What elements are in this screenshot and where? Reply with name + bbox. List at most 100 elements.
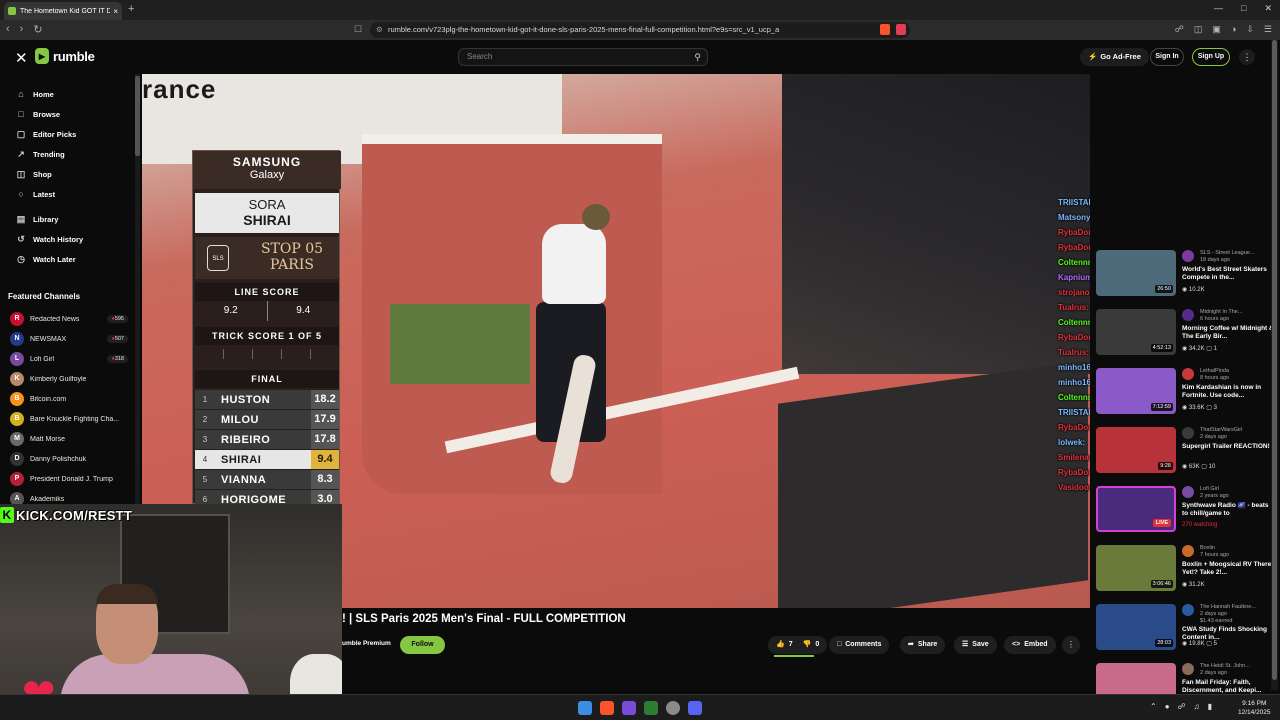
wallet-icon[interactable]: ▣ xyxy=(1212,24,1221,35)
brave-taskbar-icon[interactable] xyxy=(600,701,614,715)
channel-name[interactable]: SLS - Street League... xyxy=(1200,250,1276,256)
channel-avatar[interactable] xyxy=(1182,604,1194,616)
related-video-card[interactable]: 28:03 The Hannah Faulkne... 2 days ago CWA … xyxy=(1096,604,1276,658)
close-tab-icon[interactable]: × xyxy=(113,7,118,16)
channel-name[interactable]: The Hannah Faulkne... xyxy=(1200,604,1276,610)
follow-button[interactable]: Follow xyxy=(400,636,445,654)
channel-avatar[interactable] xyxy=(1182,663,1194,675)
related-video-title[interactable]: Boxlin + Moogsical RV There Yet!? Take 2… xyxy=(1182,561,1276,577)
video-thumbnail[interactable]: 4:52:13 xyxy=(1096,309,1176,355)
channel-avatar[interactable] xyxy=(1182,545,1194,557)
channel-name[interactable]: ThatStarWarsGirl xyxy=(1200,427,1276,433)
tray-chevron-icon[interactable]: ⌃ xyxy=(1150,702,1157,711)
channel-name[interactable]: Boxlin xyxy=(1200,545,1276,551)
back-icon[interactable]: ‹ xyxy=(6,23,10,36)
sign-in-button[interactable]: Sign In xyxy=(1150,48,1184,66)
sidebar-item-trending[interactable]: ↗ Trending xyxy=(16,149,64,160)
related-video-title[interactable]: Fan Mail Friday: Faith, Discernment, and… xyxy=(1182,679,1276,695)
bookmark-icon[interactable]: ☐ xyxy=(354,24,362,35)
sidebar-item-watch-history[interactable]: ↺ Watch History xyxy=(16,234,83,245)
sidebar-item-home[interactable]: ⌂ Home xyxy=(16,89,54,99)
rewards-icon[interactable] xyxy=(896,24,906,35)
video-thumbnail[interactable]: 9:28 xyxy=(1096,427,1176,473)
tray-battery-icon[interactable]: ▮ xyxy=(1208,702,1212,711)
maximize-icon[interactable]: □ xyxy=(1241,3,1246,14)
channel-name[interactable]: The Heidi St. John... xyxy=(1200,663,1276,669)
tray-network-icon[interactable]: ☍ xyxy=(1178,702,1186,711)
save-button[interactable]: ☰ Save xyxy=(954,636,997,654)
related-video-card[interactable]: 9:28 ThatStarWarsGirl 2 days ago Supergirl … xyxy=(1096,427,1276,481)
sidebar-item-editor-picks[interactable]: ▢ Editor Picks xyxy=(16,129,77,140)
more-options-icon[interactable]: ⋮ xyxy=(1239,49,1255,65)
sidebar-scroll-thumb[interactable] xyxy=(135,76,140,156)
more-actions-icon[interactable]: ⋮ xyxy=(1062,636,1080,654)
search-input[interactable]: Search ⚲ xyxy=(458,48,708,66)
thumbs-down-icon[interactable]: 👎 xyxy=(803,636,812,654)
minimize-icon[interactable]: — xyxy=(1214,3,1223,14)
browser-tab[interactable]: The Hometown Kid GOT IT D × xyxy=(4,2,122,20)
page-scrollbar[interactable] xyxy=(1271,40,1278,690)
close-menu-icon[interactable]: ✕ xyxy=(15,49,28,67)
extensions-icon[interactable]: ☍ xyxy=(1175,24,1184,35)
tray-volume-icon[interactable]: ♫ xyxy=(1194,702,1200,711)
obs-taskbar-icon[interactable] xyxy=(666,701,680,715)
featured-channel-item[interactable]: P President Donald J. Trump xyxy=(10,472,128,486)
video-thumbnail[interactable]: 28:03 xyxy=(1096,604,1176,650)
channel-avatar[interactable] xyxy=(1182,250,1194,262)
embed-button[interactable]: <> Embed xyxy=(1004,636,1056,654)
related-video-card[interactable]: 3:06:46 Boxlin 7 hours ago Boxlin + Moogsic… xyxy=(1096,545,1276,599)
rumble-logo[interactable]: ▶ rumble xyxy=(35,48,95,64)
channel-name[interactable]: LethalPinda xyxy=(1200,368,1276,374)
sidebar-scrollbar[interactable] xyxy=(135,74,140,504)
sidebar-item-watch-later[interactable]: ◷ Watch Later xyxy=(16,254,76,265)
page-scroll-thumb[interactable] xyxy=(1272,40,1277,680)
channel-avatar[interactable] xyxy=(1182,486,1194,498)
related-video-title[interactable]: World's Best Street Skaters Compete in t… xyxy=(1182,266,1276,282)
video-thumbnail[interactable]: 26:50 xyxy=(1096,250,1176,296)
sidebar-item-library[interactable]: ▤ Library xyxy=(16,214,59,225)
url-field[interactable]: ⚙ rumble.com/v723plg-the-hometown-kid-go… xyxy=(370,22,910,38)
related-video-card[interactable]: LIVE Lofi Girl 2 years ago Synthwave Radio … xyxy=(1096,486,1276,540)
featured-channel-item[interactable]: B Bare Knuckle Fighting Cha... xyxy=(10,412,128,426)
featured-channel-item[interactable]: K Kimberly Guilfoyle xyxy=(10,372,128,386)
channel-name[interactable]: Lofi Girl xyxy=(1200,486,1276,492)
featured-channel-item[interactable]: N NEWSMAX 507 xyxy=(10,332,128,346)
site-info-icon[interactable]: ⚙ xyxy=(376,22,383,38)
go-ad-free-button[interactable]: ⚡ Go Ad-Free xyxy=(1080,48,1149,66)
sign-up-button[interactable]: Sign Up xyxy=(1192,48,1230,66)
channel-avatar[interactable] xyxy=(1182,427,1194,439)
related-video-card[interactable]: 7:12:59 LethalPinda 8 hours ago Kim Kardash… xyxy=(1096,368,1276,422)
excel-taskbar-icon[interactable] xyxy=(644,701,658,715)
featured-channel-item[interactable]: B Bitcoin.com xyxy=(10,392,128,406)
menu-icon[interactable]: ☰ xyxy=(1264,24,1272,35)
video-thumbnail[interactable]: LIVE xyxy=(1096,486,1176,532)
featured-channel-item[interactable]: D Danny Polishchuk xyxy=(10,452,128,466)
thumbs-up-icon[interactable]: 👍 xyxy=(776,636,785,654)
related-video-title[interactable]: Supergirl Trailer REACTION! xyxy=(1182,443,1276,459)
close-window-icon[interactable]: ✕ xyxy=(1264,3,1272,14)
related-video-title[interactable]: Synthwave Radio 🌌 - beats to chill/game … xyxy=(1182,502,1276,518)
discord-taskbar-icon[interactable] xyxy=(688,701,702,715)
comments-button[interactable]: □ Comments xyxy=(829,636,890,654)
new-tab-button[interactable]: + xyxy=(128,3,134,15)
sidebar-item-latest[interactable]: ○ Latest xyxy=(16,189,55,199)
taskbar-clock[interactable]: 9:16 PM 12/14/2025 xyxy=(1238,699,1271,717)
related-video-card[interactable]: 26:50 SLS - Street League... 18 days ago Wo… xyxy=(1096,250,1276,304)
download-icon[interactable]: ⇩ xyxy=(1246,24,1254,35)
featured-channel-item[interactable]: L Lofi Girl 318 xyxy=(10,352,128,366)
search-icon[interactable]: ⚲ xyxy=(694,49,701,65)
share-button[interactable]: ➦ Share xyxy=(900,636,946,654)
windows-start-icon[interactable] xyxy=(578,701,592,715)
channel-name[interactable]: Midnight In The... xyxy=(1200,309,1276,315)
sidebar-item-browse[interactable]: □ Browse xyxy=(16,109,60,119)
related-video-card[interactable]: 4:52:13 Midnight In The... 6 hours ago Morn… xyxy=(1096,309,1276,363)
video-thumbnail[interactable]: 3:06:46 xyxy=(1096,545,1176,591)
featured-channel-item[interactable]: M Matt Morse xyxy=(10,432,128,446)
sidebar-item-shop[interactable]: ◫ Shop xyxy=(16,169,52,180)
channel-avatar[interactable] xyxy=(1182,309,1194,321)
tray-app-icon[interactable]: ● xyxy=(1165,702,1170,711)
sidebar-toggle-icon[interactable]: ◫ xyxy=(1194,24,1203,35)
app-taskbar-icon[interactable] xyxy=(622,701,636,715)
featured-channel-item[interactable]: R Redacted News 595 xyxy=(10,312,128,326)
channel-avatar[interactable] xyxy=(1182,368,1194,380)
